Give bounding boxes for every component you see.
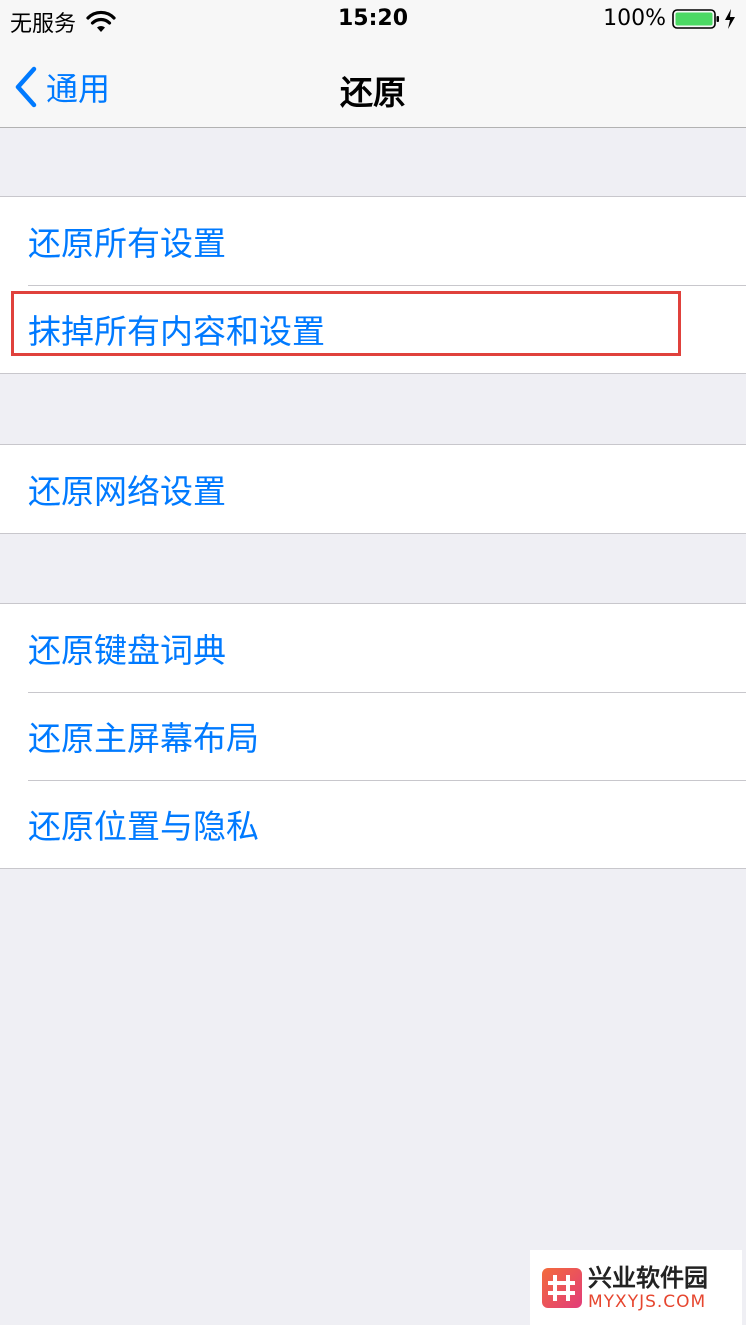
- page-title: 还原: [340, 73, 406, 112]
- reset-group-3: 还原键盘词典 还原主屏幕布局 还原位置与隐私: [0, 603, 746, 869]
- watermark-en: MYXYJS.COM: [588, 1291, 707, 1312]
- battery-icon: [672, 8, 719, 29]
- reset-network-settings-row[interactable]: 还原网络设置: [0, 445, 746, 533]
- status-bar: 无服务 15:20 100%: [0, 0, 746, 42]
- watermark-text: 兴业软件园 MYXYJS.COM: [588, 1264, 708, 1312]
- status-right: 100%: [603, 6, 736, 31]
- reset-group-2: 还原网络设置: [0, 444, 746, 534]
- reset-keyboard-dictionary-row[interactable]: 还原键盘词典: [0, 604, 746, 692]
- navigation-bar: 通用 还原: [0, 42, 746, 128]
- watermark: 兴业软件园 MYXYJS.COM: [530, 1250, 742, 1325]
- reset-group-1: 还原所有设置 抹掉所有内容和设置: [0, 196, 746, 374]
- reset-all-settings-label: 还原所有设置: [28, 224, 226, 263]
- battery-percent: 100%: [603, 6, 666, 31]
- site-logo-icon: [542, 1267, 582, 1308]
- reset-location-privacy-label: 还原位置与隐私: [28, 807, 259, 846]
- erase-all-content-row[interactable]: 抹掉所有内容和设置: [0, 285, 746, 373]
- watermark-cn: 兴业软件园: [588, 1263, 708, 1292]
- erase-all-content-label: 抹掉所有内容和设置: [28, 312, 325, 351]
- reset-home-screen-layout-row[interactable]: 还原主屏幕布局: [0, 692, 746, 780]
- reset-location-privacy-row[interactable]: 还原位置与隐私: [0, 780, 746, 868]
- reset-home-screen-layout-label: 还原主屏幕布局: [28, 719, 259, 758]
- reset-network-settings-label: 还原网络设置: [28, 472, 226, 511]
- charging-bolt-icon: [725, 8, 735, 29]
- reset-keyboard-dictionary-label: 还原键盘词典: [28, 631, 226, 670]
- reset-all-settings-row[interactable]: 还原所有设置: [0, 197, 746, 285]
